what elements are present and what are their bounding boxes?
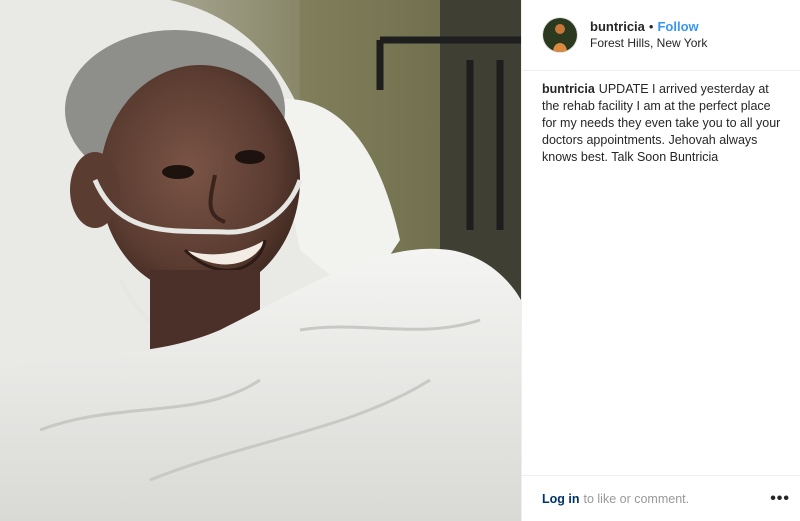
follow-button[interactable]: Follow: [657, 18, 698, 35]
separator-dot: •: [648, 19, 654, 34]
header-text: buntricia • Follow Forest Hills, New Yor…: [590, 18, 707, 52]
avatar[interactable]: [542, 17, 578, 53]
login-prompt-text: to like or comment.: [583, 491, 690, 506]
post-footer: Log in to like or comment. •••: [522, 475, 800, 521]
post-photo[interactable]: [0, 0, 521, 521]
post-header: buntricia • Follow Forest Hills, New Yor…: [522, 0, 800, 71]
caption-username-link[interactable]: buntricia: [542, 82, 595, 96]
post-caption: buntricia UPDATE I arrived yesterday at t…: [522, 71, 800, 166]
instagram-post: buntricia • Follow Forest Hills, New Yor…: [0, 0, 800, 521]
post-sidebar: buntricia • Follow Forest Hills, New Yor…: [521, 0, 800, 521]
location-link[interactable]: Forest Hills, New York: [590, 35, 707, 52]
more-options-icon[interactable]: •••: [770, 490, 790, 506]
login-link[interactable]: Log in: [542, 492, 580, 506]
username-link[interactable]: buntricia: [590, 18, 645, 35]
header-top-line: buntricia • Follow: [590, 18, 707, 35]
